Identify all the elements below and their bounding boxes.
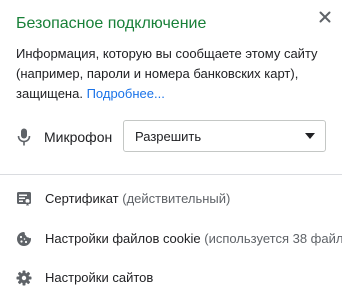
select-value: Разрешить — [135, 129, 202, 144]
connection-title: Безопасное подключение — [16, 15, 207, 32]
cookie-settings-item[interactable]: Настройки файлов cookie (используется 38… — [0, 222, 342, 256]
cookie-icon — [17, 232, 31, 246]
microphone-label: Микрофон — [44, 129, 113, 145]
learn-more-link[interactable]: Подробнее... — [87, 86, 165, 101]
close-button[interactable] — [314, 6, 336, 28]
cookie-settings-text: Настройки файлов cookie (используется 38… — [45, 231, 342, 246]
site-settings-label: Настройки сайтов — [45, 270, 154, 285]
microphone-permission-select[interactable]: Разрешить — [123, 120, 326, 152]
page-info-popup: Безопасное подключение Информация, котор… — [0, 0, 342, 307]
connection-description: Информация, которую вы сообщаете этому с… — [16, 44, 334, 104]
certificate-status: (действительный) — [122, 191, 231, 206]
cookie-count: (используется 38 файлов — [204, 231, 342, 246]
dropdown-arrow-icon — [305, 133, 315, 139]
certificate-item[interactable]: Сертификат (действительный) — [0, 182, 342, 216]
close-icon — [319, 11, 331, 23]
microphone-icon — [17, 128, 31, 146]
permission-row-microphone: Микрофон Разрешить — [0, 118, 342, 156]
site-settings-item[interactable]: Настройки сайтов — [0, 261, 342, 295]
cookie-settings-label: Настройки файлов cookie — [45, 231, 201, 246]
gear-icon — [16, 270, 32, 286]
certificate-icon — [17, 192, 31, 206]
certificate-label: Сертификат — [45, 191, 119, 206]
certificate-text: Сертификат (действительный) — [45, 191, 230, 206]
description-text: Информация, которую вы сообщаете этому с… — [16, 46, 318, 101]
divider — [0, 174, 342, 175]
